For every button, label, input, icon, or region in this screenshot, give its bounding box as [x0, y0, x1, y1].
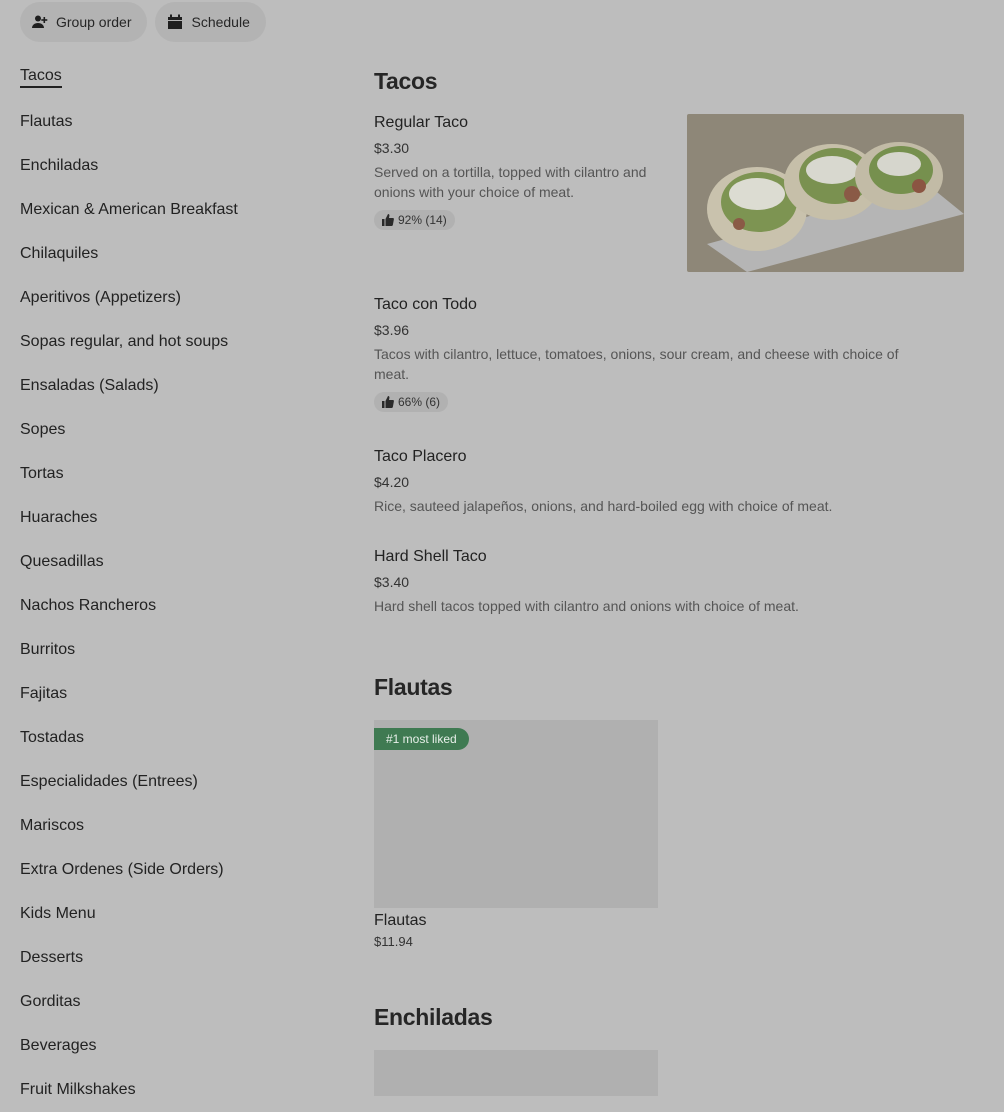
sidebar-item-beverages[interactable]: Beverages [20, 1024, 340, 1068]
item-price: $11.94 [374, 934, 413, 949]
thumbs-up-icon [382, 214, 394, 226]
item-description: Served on a tortilla, topped with cilant… [374, 164, 647, 200]
item-name: Flautas [374, 912, 427, 929]
section-title-enchiladas: Enchiladas [374, 1004, 493, 1030]
regular-taco-photo[interactable] [687, 114, 964, 272]
sidebar-item-tostadas[interactable]: Tostadas [20, 716, 340, 760]
sidebar-item-tortas[interactable]: Tortas [20, 452, 340, 496]
item-description: Rice, sauteed jalapeños, onions, and har… [374, 498, 833, 514]
section-title-tacos: Tacos [374, 68, 438, 94]
most-liked-badge: #1 most liked [374, 728, 469, 750]
flautas-photo-placeholder: #1 most liked [374, 720, 658, 908]
sidebar-item-fajitas[interactable]: Fajitas [20, 672, 340, 716]
schedule-label: Schedule [191, 14, 250, 30]
person-add-icon [32, 15, 48, 28]
item-price: $3.96 [374, 322, 410, 338]
item-price: $3.40 [374, 574, 410, 590]
item-description: Tacos with cilantro, lettuce, tomatoes, … [374, 346, 899, 382]
group-order-button[interactable]: Group order [20, 2, 148, 42]
sidebar-item-tacos[interactable]: Tacos [20, 64, 340, 90]
rating-badge: 66% (6) [374, 392, 449, 412]
schedule-button[interactable]: Schedule [155, 2, 266, 42]
taco-image [687, 114, 964, 272]
sidebar-item-soups[interactable]: Sopas regular, and hot soups [20, 320, 340, 364]
category-sidebar: Tacos Flautas Enchiladas Mexican & Ameri… [20, 64, 340, 1112]
item-description: Hard shell tacos topped with cilantro an… [374, 598, 799, 614]
rating-badge: 92% (14) [374, 210, 455, 230]
sidebar-item-desserts[interactable]: Desserts [20, 936, 340, 980]
sidebar-item-milkshakes[interactable]: Fruit Milkshakes [20, 1068, 340, 1112]
menu-item-hard-shell-taco[interactable]: Hard Shell Taco $3.40 Hard shell tacos t… [374, 548, 954, 616]
item-price: $4.20 [374, 474, 410, 490]
sidebar-item-side-orders[interactable]: Extra Ordenes (Side Orders) [20, 848, 340, 892]
sidebar-item-nachos[interactable]: Nachos Rancheros [20, 584, 340, 628]
rating-text: 92% (14) [398, 213, 447, 227]
sidebar-item-huaraches[interactable]: Huaraches [20, 496, 340, 540]
sidebar-item-kids-menu[interactable]: Kids Menu [20, 892, 340, 936]
sidebar-item-gorditas[interactable]: Gorditas [20, 980, 340, 1024]
menu-card-flautas[interactable]: #1 most liked Flautas $11.94 [374, 720, 658, 949]
sidebar-item-mariscos[interactable]: Mariscos [20, 804, 340, 848]
sidebar-item-sopes[interactable]: Sopes [20, 408, 340, 452]
top-actions: Group order Schedule [20, 2, 266, 42]
rating-text: 66% (6) [398, 395, 441, 409]
item-price: $3.30 [374, 140, 410, 156]
sidebar-item-entrees[interactable]: Especialidades (Entrees) [20, 760, 340, 804]
section-title-flautas: Flautas [374, 674, 453, 700]
sidebar-item-enchiladas[interactable]: Enchiladas [20, 144, 340, 188]
sidebar-item-chilaquiles[interactable]: Chilaquiles [20, 232, 340, 276]
sidebar-item-salads[interactable]: Ensaladas (Salads) [20, 364, 340, 408]
group-order-label: Group order [56, 14, 132, 30]
thumbs-up-icon [382, 396, 394, 408]
sidebar-item-flautas[interactable]: Flautas [20, 100, 340, 144]
menu-item-taco-con-todo[interactable]: Taco con Todo $3.96 Tacos with cilantro,… [374, 296, 934, 413]
item-name: Taco Placero [374, 448, 467, 465]
calendar-icon [168, 14, 183, 29]
sidebar-item-quesadillas[interactable]: Quesadillas [20, 540, 340, 584]
sidebar-item-appetizers[interactable]: Aperitivos (Appetizers) [20, 276, 340, 320]
sidebar-item-burritos[interactable]: Burritos [20, 628, 340, 672]
sidebar-item-breakfast[interactable]: Mexican & American Breakfast [20, 188, 340, 232]
item-name: Hard Shell Taco [374, 548, 487, 565]
menu-card-enchiladas-photo[interactable] [374, 1050, 658, 1096]
menu-item-taco-placero[interactable]: Taco Placero $4.20 Rice, sauteed jalapeñ… [374, 448, 954, 516]
menu-item-regular-taco[interactable]: Regular Taco $3.30 Served on a tortilla,… [374, 114, 664, 231]
item-name: Regular Taco [374, 114, 468, 131]
item-name: Taco con Todo [374, 296, 477, 313]
